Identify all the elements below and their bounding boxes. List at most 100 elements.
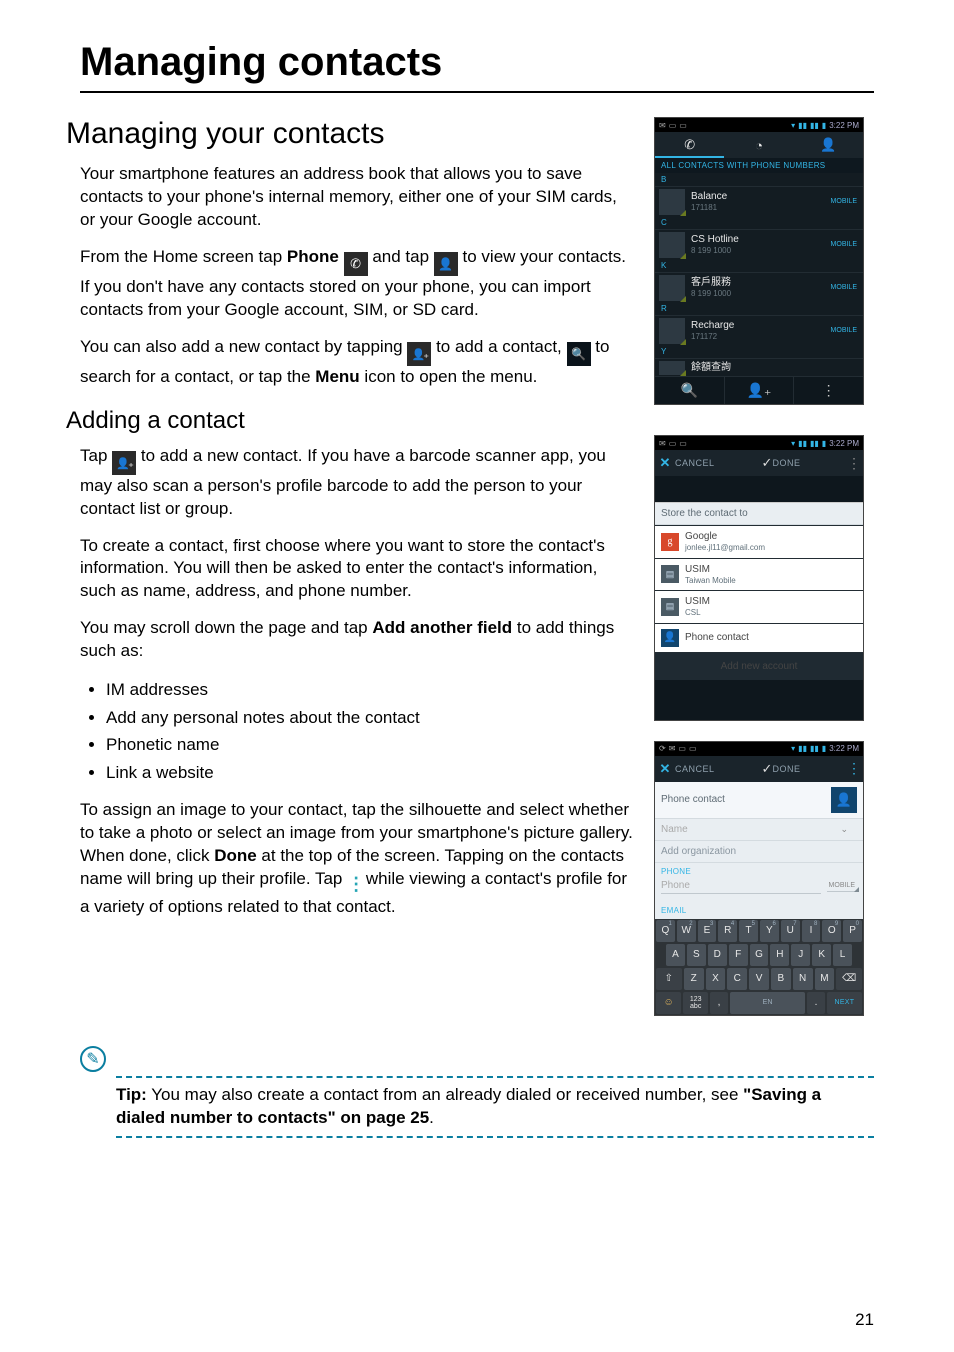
add-contact-button[interactable]: 👤₊ — [725, 377, 794, 404]
key-s[interactable]: S — [687, 944, 706, 966]
phone-input[interactable]: Phone — [661, 880, 821, 894]
key-a[interactable]: A — [666, 944, 685, 966]
add-organization-row[interactable]: Add organization — [655, 841, 863, 863]
text: . — [429, 1108, 434, 1127]
key-j[interactable]: J — [791, 944, 810, 966]
key-next[interactable]: NEXT — [827, 992, 862, 1014]
add-new-account-button[interactable]: Add new account — [655, 652, 863, 680]
bottom-action-bar: 🔍 👤₊ ⋮ — [655, 376, 863, 404]
option-sub: Taiwan Mobile — [685, 576, 736, 586]
email-section-label: EMAIL — [655, 902, 863, 919]
key-t[interactable]: 5T — [739, 920, 758, 942]
key-h[interactable]: H — [770, 944, 789, 966]
key-shift[interactable]: ⇧ — [656, 968, 682, 990]
contact-number: 171181 — [691, 203, 831, 213]
done-button[interactable]: ✓ — [748, 455, 773, 471]
key-y[interactable]: 6Y — [760, 920, 779, 942]
done-button[interactable]: ✓ — [748, 761, 773, 777]
contacts-section-header: ALL CONTACTS WITH PHONE NUMBERS — [655, 158, 863, 173]
key-p[interactable]: 0P — [843, 920, 862, 942]
key-c[interactable]: C — [727, 968, 747, 990]
keyboard-row-2: A S D F G H J K L — [655, 943, 863, 967]
key-period[interactable]: . — [807, 992, 825, 1014]
battery-icon: ▮ — [822, 439, 826, 448]
tab-contacts[interactable]: 👤 — [794, 132, 863, 158]
key-m[interactable]: M — [815, 968, 835, 990]
key-d[interactable]: D — [708, 944, 727, 966]
contact-type: MOBILE — [831, 241, 863, 248]
key-spacebar[interactable]: EN — [730, 992, 805, 1014]
key-b[interactable]: B — [771, 968, 791, 990]
key-q[interactable]: 1Q — [656, 920, 675, 942]
cancel-button[interactable]: ✕ — [655, 761, 675, 777]
account-option-usim[interactable]: ▤ USIMTaiwan Mobile — [655, 558, 863, 591]
search-button[interactable]: 🔍 — [655, 377, 724, 404]
key-i[interactable]: 8I — [802, 920, 821, 942]
letter-header: C — [655, 216, 863, 229]
contact-silhouette-icon[interactable]: 👤 — [831, 787, 857, 813]
text: icon to open the menu. — [364, 367, 537, 386]
key-v[interactable]: V — [749, 968, 769, 990]
spacer — [655, 476, 863, 502]
overflow-menu-button[interactable]: ⋮ — [845, 455, 863, 472]
key-n[interactable]: N — [793, 968, 813, 990]
key-emoji[interactable] — [656, 992, 681, 1014]
chevron-down-icon[interactable]: ⌄ — [840, 824, 851, 835]
key-r[interactable]: 4R — [718, 920, 737, 942]
overflow-menu-button[interactable]: ⋮ — [845, 760, 863, 777]
name-field-row[interactable]: Name ⌄ — [655, 819, 863, 841]
list-item: Phonetic name — [106, 732, 634, 758]
key-backspace[interactable]: ⌫ — [836, 968, 862, 990]
screenshots-column: ✉▭▭ ▾▮▮▮▮▮3:22 PM ✆ ◔ 👤 ALL CONTACTS WIT… — [654, 117, 874, 1016]
paragraph-intro: Your smartphone features an address book… — [80, 163, 634, 232]
contact-type: MOBILE — [831, 284, 863, 291]
key-u[interactable]: 7U — [781, 920, 800, 942]
key-w[interactable]: 2W — [677, 920, 696, 942]
text: You may scroll down the page and tap — [80, 618, 372, 637]
overflow-menu-button[interactable]: ⋮ — [794, 377, 863, 404]
menu-label: Menu — [315, 367, 359, 386]
key-e[interactable]: 3E — [698, 920, 717, 942]
contact-row[interactable]: 客戶服務8 199 1000 MOBILE — [655, 272, 863, 302]
done-label: DONE — [772, 458, 800, 468]
contact-row[interactable]: CS Hotline8 199 1000 MOBILE — [655, 229, 863, 259]
key-o[interactable]: 9O — [822, 920, 841, 942]
cancel-button[interactable]: ✕ — [655, 455, 675, 471]
status-icon: ▭ — [679, 439, 687, 448]
spacer — [655, 680, 863, 720]
phone-section-label: PHONE — [655, 863, 863, 876]
key-k[interactable]: K — [812, 944, 831, 966]
key-123-abc[interactable]: 123abc — [683, 992, 708, 1014]
option-sub: jonlee.jl11@gmail.com — [685, 543, 765, 553]
key-g[interactable]: G — [750, 944, 769, 966]
account-option-usim[interactable]: ▤ USIMCSL — [655, 590, 863, 623]
keyboard: 1Q 2W 3E 4R 5T 6Y 7U 8I 9O 0P A S D F G — [655, 919, 863, 1015]
account-option-google[interactable]: g Googlejonlee.jl11@gmail.com — [655, 525, 863, 558]
battery-icon: ▮ — [822, 121, 826, 130]
status-icon: ✉ — [669, 744, 676, 753]
keyboard-row-3: ⇧ Z X C V B N M ⌫ — [655, 967, 863, 991]
paragraph-assign-image: To assign an image to your contact, tap … — [80, 799, 634, 919]
status-icon: ▭ — [669, 439, 677, 448]
tab-recent[interactable]: ◔ — [724, 132, 793, 158]
key-l[interactable]: L — [833, 944, 852, 966]
text: You may also create a contact from an al… — [147, 1085, 743, 1104]
contact-row[interactable]: Recharge171172 MOBILE — [655, 315, 863, 345]
key-x[interactable]: X — [706, 968, 726, 990]
status-icon: ▭ — [678, 744, 686, 753]
contact-row[interactable]: Balance171181 MOBILE — [655, 186, 863, 216]
key-z[interactable]: Z — [684, 968, 704, 990]
avatar — [659, 275, 685, 301]
avatar — [659, 189, 685, 215]
status-bar: ⟳✉▭▭ ▾▮▮▮▮▮3:22 PM — [655, 742, 863, 756]
phone-type-selector[interactable]: MOBILE — [827, 882, 857, 892]
overflow-menu-icon — [347, 872, 361, 896]
key-comma[interactable]: , — [710, 992, 728, 1014]
account-option-phone[interactable]: 👤 Phone contact — [655, 623, 863, 652]
contact-row[interactable]: 餘額查詢 — [655, 358, 863, 376]
text: to add a new contact. If you have a barc… — [80, 446, 606, 518]
letter-header: B — [655, 173, 863, 186]
phone-contact-row[interactable]: Phone contact 👤 — [655, 782, 863, 819]
tab-dialer[interactable]: ✆ — [655, 132, 724, 158]
key-f[interactable]: F — [729, 944, 748, 966]
